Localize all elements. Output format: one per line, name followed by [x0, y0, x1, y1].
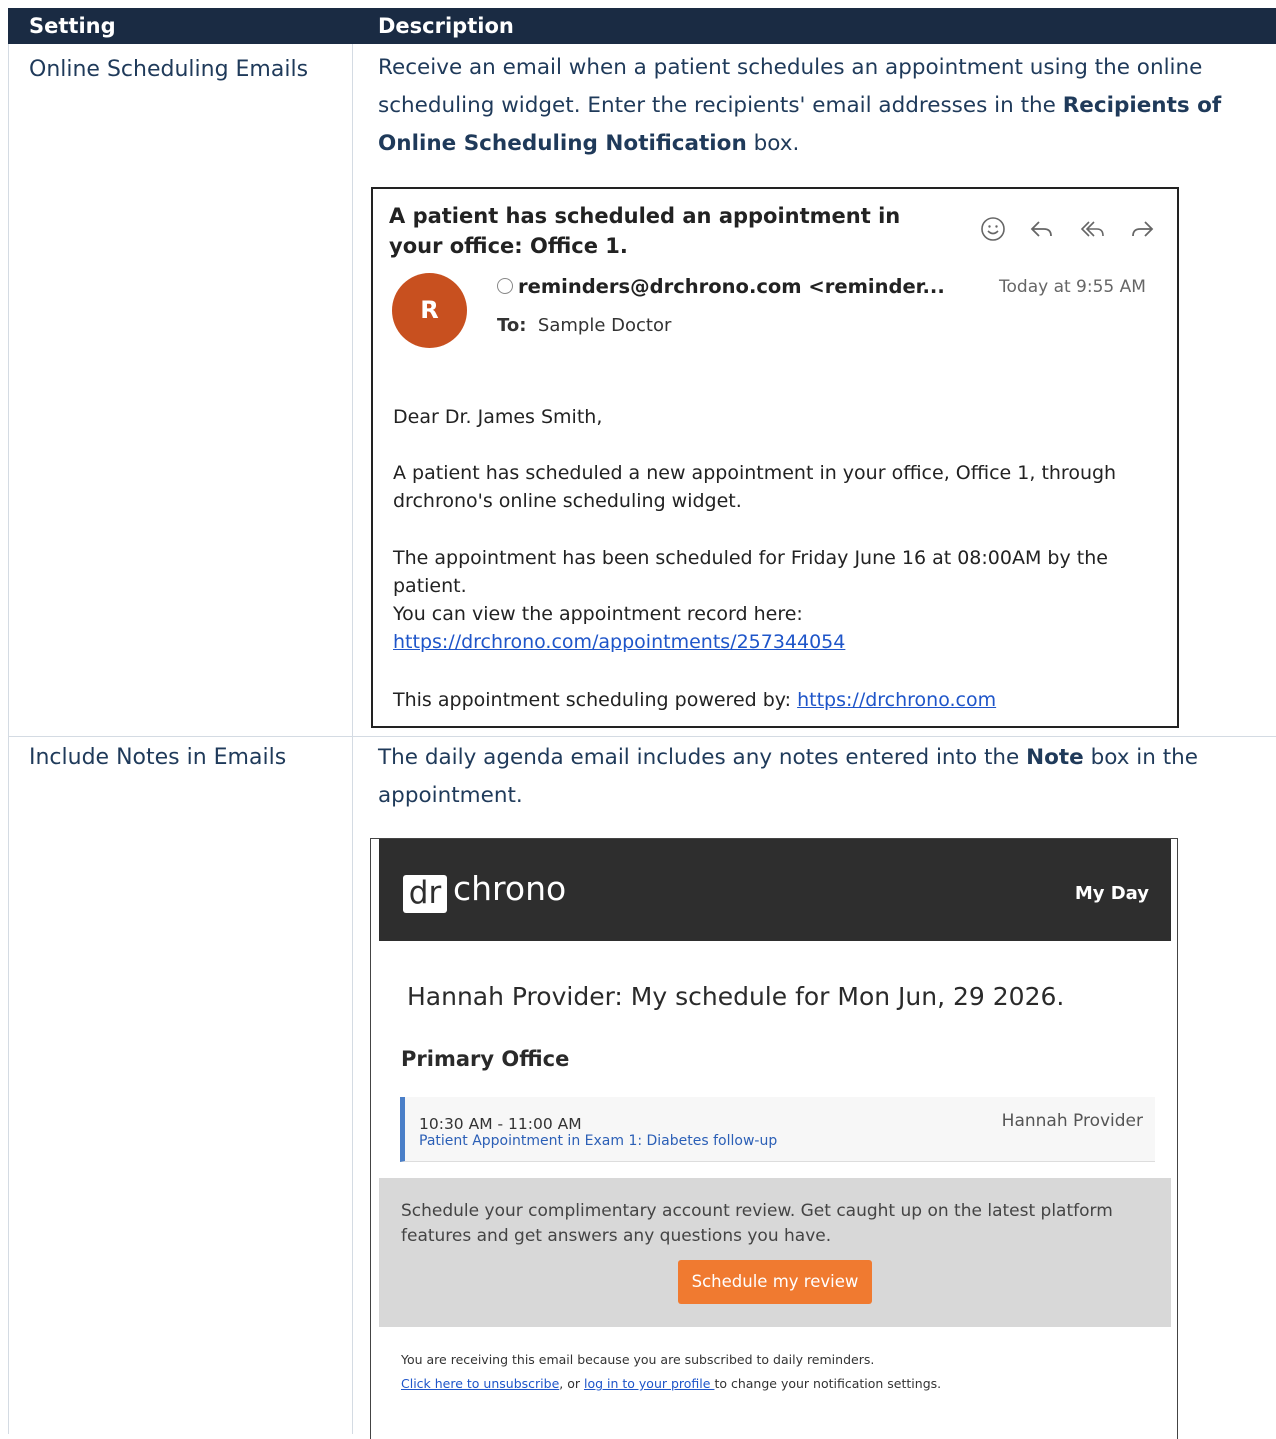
recipient: To: Sample Doctor [497, 315, 672, 336]
header-setting: Setting [29, 14, 116, 38]
email-timestamp: Today at 9:55 AM [999, 277, 1146, 297]
schedule-review-button[interactable]: Schedule my review [678, 1260, 872, 1304]
email-subject: A patient has scheduled an appointment i… [389, 204, 901, 258]
avatar: R [392, 273, 467, 348]
appointment-provider: Hannah Provider [1001, 1111, 1143, 1131]
description-bold: Note [1026, 745, 1084, 770]
reply-all-icon[interactable] [1079, 215, 1107, 243]
email-paragraph: A patient has scheduled a new appointmen… [393, 462, 1117, 512]
table-header: Setting Description [8, 8, 1276, 44]
row-divider [8, 736, 1276, 737]
reply-icon[interactable] [1027, 215, 1055, 243]
column-divider [352, 44, 353, 1434]
email-footer: This appointment scheduling powered by: … [393, 689, 997, 711]
promo-text: Schedule your complimentary account revi… [401, 1201, 1113, 1246]
appointment-record-link[interactable]: https://drchrono.com/appointments/257344… [393, 631, 845, 653]
drchrono-logo-mark: dr [403, 875, 447, 913]
email-screenshot-daily-agenda: dr chrono My Day Hannah Provider: My sch… [370, 838, 1178, 1439]
setting-name: Online Scheduling Emails [29, 57, 309, 82]
email-screenshot-scheduling: A patient has scheduled an appointment i… [371, 187, 1179, 728]
footer-links: Click here to unsubscribe, or log in to … [401, 1376, 942, 1391]
drchrono-link[interactable]: https://drchrono.com [797, 689, 996, 711]
drchrono-logo-text: chrono [453, 869, 567, 908]
sender-address: reminders@drchrono.com <reminder... [518, 275, 945, 298]
footer-notice: You are receiving this email because you… [401, 1352, 875, 1367]
appointment-description[interactable]: Patient Appointment in Exam 1: Diabetes … [419, 1133, 777, 1149]
unread-indicator-icon [497, 278, 513, 294]
appointment-item: 10:30 AM - 11:00 AM Patient Appointment … [400, 1097, 1155, 1162]
my-day-label: My Day [1074, 883, 1149, 904]
setting-description: The daily agenda email includes any note… [378, 745, 1198, 808]
promo-banner: Schedule your complimentary account revi… [379, 1178, 1171, 1327]
schedule-title: Hannah Provider: My schedule for Mon Jun… [407, 982, 1065, 1011]
email-header: dr chrono My Day [379, 839, 1171, 941]
forward-icon[interactable] [1129, 215, 1157, 243]
office-name: Primary Office [401, 1047, 570, 1071]
appointment-time: 10:30 AM - 11:00 AM [419, 1115, 582, 1133]
header-description: Description [378, 14, 514, 38]
email-paragraph: The appointment has been scheduled for F… [393, 547, 1108, 653]
smiley-icon[interactable] [979, 215, 1007, 243]
sender: reminders@drchrono.com <reminder... [497, 275, 945, 298]
login-profile-link[interactable]: log in to your profile [584, 1376, 714, 1391]
email-greeting: Dear Dr. James Smith, [393, 406, 603, 428]
table-border-left [8, 44, 9, 1434]
setting-description: Receive an email when a patient schedule… [378, 55, 1222, 156]
setting-name: Include Notes in Emails [29, 745, 287, 770]
unsubscribe-link[interactable]: Click here to unsubscribe [401, 1376, 559, 1391]
